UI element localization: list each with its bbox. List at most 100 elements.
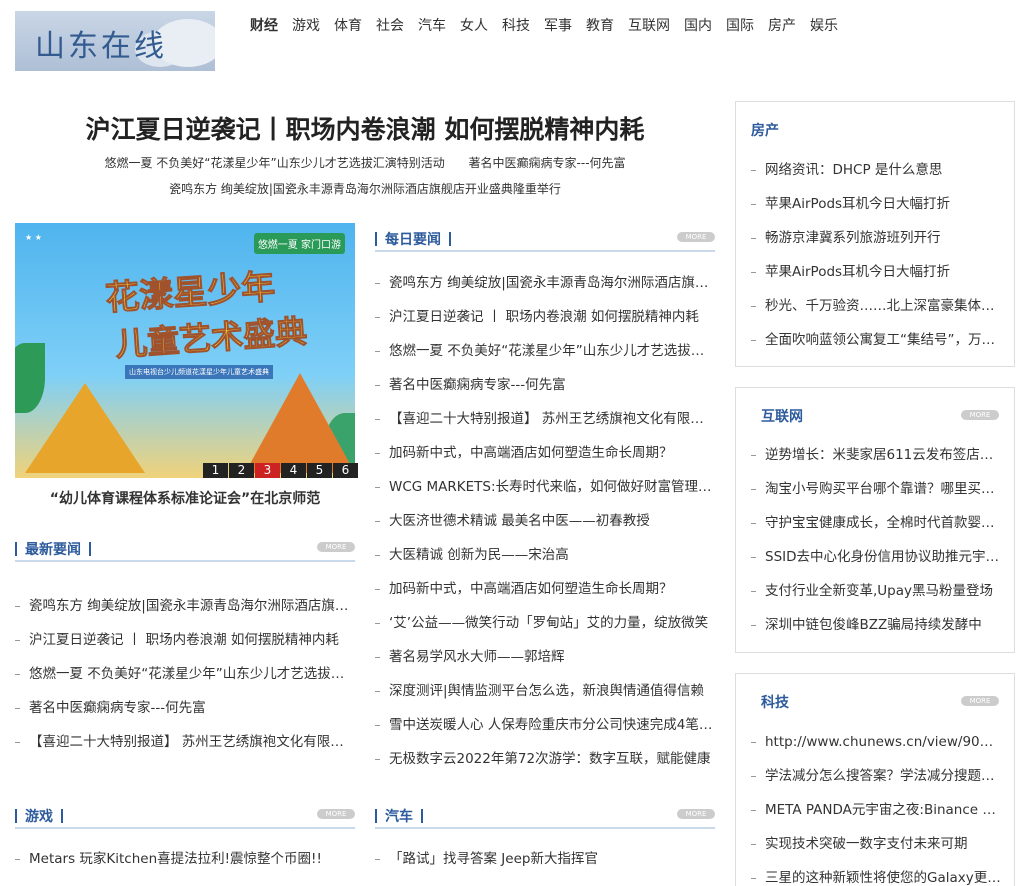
- news-item[interactable]: 秒光、千万验资……北上深富豪集体抢房: [751, 289, 1001, 323]
- games-news-list: Metars 玩家Kitchen喜提法拉利!震惊整个币圈!!: [15, 842, 355, 876]
- news-item[interactable]: 瓷鸣东方 绚美绽放|国瓷永丰源青岛海尔洲际酒店旗舰店开业盛典隆重举行: [15, 589, 355, 623]
- news-item[interactable]: 「路试」找寻答案 Jeep新大指挥官: [375, 842, 715, 876]
- section-title: 每日要闻: [385, 231, 441, 248]
- slideshow-image[interactable]: ★ ★ 悠燃一夏 家门口游 花漾星少年 儿童艺术盛典 山东电视台少儿频道花漾星少…: [15, 223, 355, 478]
- news-item[interactable]: 全面吹响蓝领公寓复工“集结号”，万科泊寓: [751, 323, 1001, 357]
- nav-item[interactable]: 汽车: [418, 16, 446, 36]
- news-item[interactable]: 深度测评|舆情监测平台怎么选，新浪舆情通值得信赖: [375, 674, 715, 708]
- news-item[interactable]: Metars 玩家Kitchen喜提法拉利!震惊整个币圈!!: [15, 842, 355, 876]
- nav-item[interactable]: 体育: [334, 16, 362, 36]
- more-button[interactable]: MORE: [317, 542, 355, 552]
- realestate-news-list: 网络资讯：DHCP 是什么意思 苹果AirPods耳机今日大幅打折 畅游京津冀系列旅…: [751, 153, 1001, 357]
- slide-page-button[interactable]: 4: [281, 463, 306, 478]
- news-item[interactable]: 加码新中式，中高端酒店如何塑造生命长周期？: [375, 436, 715, 470]
- section-title: 汽车: [385, 808, 413, 825]
- headline-sub-link[interactable]: 著名中医癫痫病专家---何先富: [469, 156, 626, 170]
- slide-page-button[interactable]: 6: [333, 463, 358, 478]
- headline-sub-link[interactable]: 瓷鸣东方 绚美绽放|国瓷永丰源青岛海尔洲际酒店旗舰店开业盛典隆重举行: [15, 180, 715, 197]
- nav-item[interactable]: 国内: [684, 16, 712, 36]
- news-item[interactable]: 支付行业全新变革,Upay黑马粉量登场: [751, 574, 1001, 608]
- news-item[interactable]: 雪中送炭暖人心 人保寿险重庆市分公司快速完成4笔理赔: [375, 708, 715, 742]
- headline-sub-link[interactable]: 悠燃一夏 不负美好“花漾星少年”山东少儿才艺选拔汇演特别活动: [104, 156, 444, 170]
- section-header-latest: 最新要闻 MORE: [15, 538, 355, 562]
- box-title: 房产: [751, 123, 779, 139]
- nav-item[interactable]: 互联网: [628, 16, 670, 36]
- box-title: 科技: [761, 695, 789, 711]
- more-button[interactable]: MORE: [677, 232, 715, 242]
- news-item[interactable]: http://www.chunews.cn/view/90931.html: [751, 725, 1001, 759]
- nav-item[interactable]: 财经: [250, 16, 278, 36]
- news-item[interactable]: 【喜迎二十大特别报道】 苏州王艺绣旗袍文化有限公司: [15, 725, 355, 759]
- section-bar: [449, 231, 451, 246]
- nav-item[interactable]: 军事: [544, 16, 572, 36]
- logo-text: 山东在线: [35, 29, 167, 64]
- section-title: 最新要闻: [25, 541, 81, 558]
- section-bar: [375, 808, 377, 823]
- news-item[interactable]: 瓷鸣东方 绚美绽放|国瓷永丰源青岛海尔洲际酒店旗舰店开业: [375, 266, 715, 300]
- news-item[interactable]: 苹果AirPods耳机今日大幅打折: [751, 187, 1001, 221]
- news-item[interactable]: 沪江夏日逆袭记 丨 职场内卷浪潮 如何摆脱精神内耗: [15, 623, 355, 657]
- news-item[interactable]: 网络资讯：DHCP 是什么意思: [751, 153, 1001, 187]
- news-item[interactable]: 苹果AirPods耳机今日大幅打折: [751, 255, 1001, 289]
- nav-item[interactable]: 娱乐: [810, 16, 838, 36]
- news-item[interactable]: 大医济世德术精诚 最美名中医——初春教授: [375, 504, 715, 538]
- nav-item[interactable]: 科技: [502, 16, 530, 36]
- daily-news-list: 瓷鸣东方 绚美绽放|国瓷永丰源青岛海尔洲际酒店旗舰店开业 沪江夏日逆袭记 丨 职场…: [375, 266, 715, 776]
- slide-corner-badge: 悠燃一夏 家门口游: [253, 233, 345, 254]
- news-item[interactable]: 悠燃一夏 不负美好“花漾星少年”山东少儿才艺选拔汇演: [375, 334, 715, 368]
- news-item[interactable]: 著名中医癫痫病专家---何先富: [375, 368, 715, 402]
- news-item[interactable]: 畅游京津冀系列旅游班列开行: [751, 221, 1001, 255]
- news-item[interactable]: 大医精诚 创新为民——宋治高: [375, 538, 715, 572]
- news-item[interactable]: 实现技术突破一数字支付未来可期: [751, 827, 1001, 861]
- news-item[interactable]: 淘宝小号购买平台哪个靠谱？哪里买淘宝小号: [751, 472, 1001, 506]
- more-button[interactable]: MORE: [677, 809, 715, 819]
- news-item[interactable]: META PANDA元宇宙之夜:Binance AMA: [751, 793, 1001, 827]
- section-bar: [15, 541, 17, 556]
- section-header-cars: 汽车 MORE: [375, 805, 715, 829]
- slide-page-button[interactable]: 2: [229, 463, 254, 478]
- news-item[interactable]: 【喜迎二十大特别报道】 苏州王艺绣旗袍文化有限公司: [375, 402, 715, 436]
- section-header-games: 游戏 MORE: [15, 805, 355, 829]
- nav-item[interactable]: 游戏: [292, 16, 320, 36]
- news-item[interactable]: SSID去中心化身份信用协议助推元宇宙发展: [751, 540, 1001, 574]
- news-item[interactable]: 逆势增长：米斐家居611云发布签店数创新高: [751, 438, 1001, 472]
- nav-item[interactable]: 女人: [460, 16, 488, 36]
- latest-news-list: 瓷鸣东方 绚美绽放|国瓷永丰源青岛海尔洲际酒店旗舰店开业盛典隆重举行沪江夏日逆袭…: [15, 589, 355, 759]
- nav-item[interactable]: 国际: [726, 16, 754, 36]
- news-item[interactable]: 学法减分怎么搜答案？学法减分搜题软件: [751, 759, 1001, 793]
- news-item[interactable]: 著名易学风水大师——郭培辉: [375, 640, 715, 674]
- section-bar: [421, 808, 423, 823]
- section-bar: [375, 231, 377, 246]
- slide-subtitle: 山东电视台少儿频道花漾星少年儿童艺术盛典: [125, 365, 273, 379]
- slide-page-button[interactable]: 1: [203, 463, 228, 478]
- cars-news-list: 「路试」找寻答案 Jeep新大指挥官: [375, 842, 715, 876]
- news-item[interactable]: 著名中医癫痫病专家---何先富: [15, 691, 355, 725]
- news-item[interactable]: 深圳中链包俊峰BZZ骗局持续发酵中: [751, 608, 1001, 642]
- more-button[interactable]: MORE: [961, 410, 999, 420]
- headline-title[interactable]: 沪江夏日逆袭记丨职场内卷浪潮 如何摆脱精神内耗: [15, 110, 715, 146]
- news-item[interactable]: 三星的这种新颖性将使您的Galaxy更加出色: [751, 861, 1001, 886]
- slide-brand: ★ ★: [25, 233, 42, 242]
- more-button[interactable]: MORE: [961, 696, 999, 706]
- news-item[interactable]: 守护宝宝健康成长，全棉时代首款婴儿纸尿裤: [751, 506, 1001, 540]
- nav-item[interactable]: 社会: [376, 16, 404, 36]
- tent-decoration: [245, 373, 355, 473]
- section-header-daily: 每日要闻 MORE: [375, 228, 715, 252]
- slideshow-caption[interactable]: “幼儿体育课程体系标准论证会”在北京师范: [15, 488, 355, 508]
- news-item[interactable]: 沪江夏日逆袭记 丨 职场内卷浪潮 如何摆脱精神内耗: [375, 300, 715, 334]
- news-item[interactable]: 加码新中式，中高端酒店如何塑造生命长周期？: [375, 572, 715, 606]
- nav-item[interactable]: 教育: [586, 16, 614, 36]
- news-item[interactable]: ‘艾’公益——微笑行动「罗甸站」艾的力量，绽放微笑: [375, 606, 715, 640]
- box-title: 互联网: [761, 409, 803, 425]
- news-item[interactable]: WCG MARKETS:长寿时代来临，如何做好财富管理规划: [375, 470, 715, 504]
- internet-news-list: 逆势增长：米斐家居611云发布签店数创新高淘宝小号购买平台哪个靠谱？哪里买淘宝小…: [751, 438, 1001, 642]
- slide-page-button[interactable]: 3: [255, 463, 280, 478]
- news-item[interactable]: 无极数字云2022年第72次游学：数字互联，赋能健康: [375, 742, 715, 776]
- site-logo[interactable]: 山东在线: [15, 11, 215, 71]
- more-button[interactable]: MORE: [317, 809, 355, 819]
- nav-item[interactable]: 房产: [768, 16, 796, 36]
- tent-decoration: [25, 383, 145, 473]
- news-item[interactable]: 悠燃一夏 不负美好“花漾星少年”山东少儿才艺选拔汇演特别活动: [15, 657, 355, 691]
- tech-news-list: http://www.chunews.cn/view/90931.html学法减…: [751, 725, 1001, 886]
- slide-page-button[interactable]: 5: [307, 463, 332, 478]
